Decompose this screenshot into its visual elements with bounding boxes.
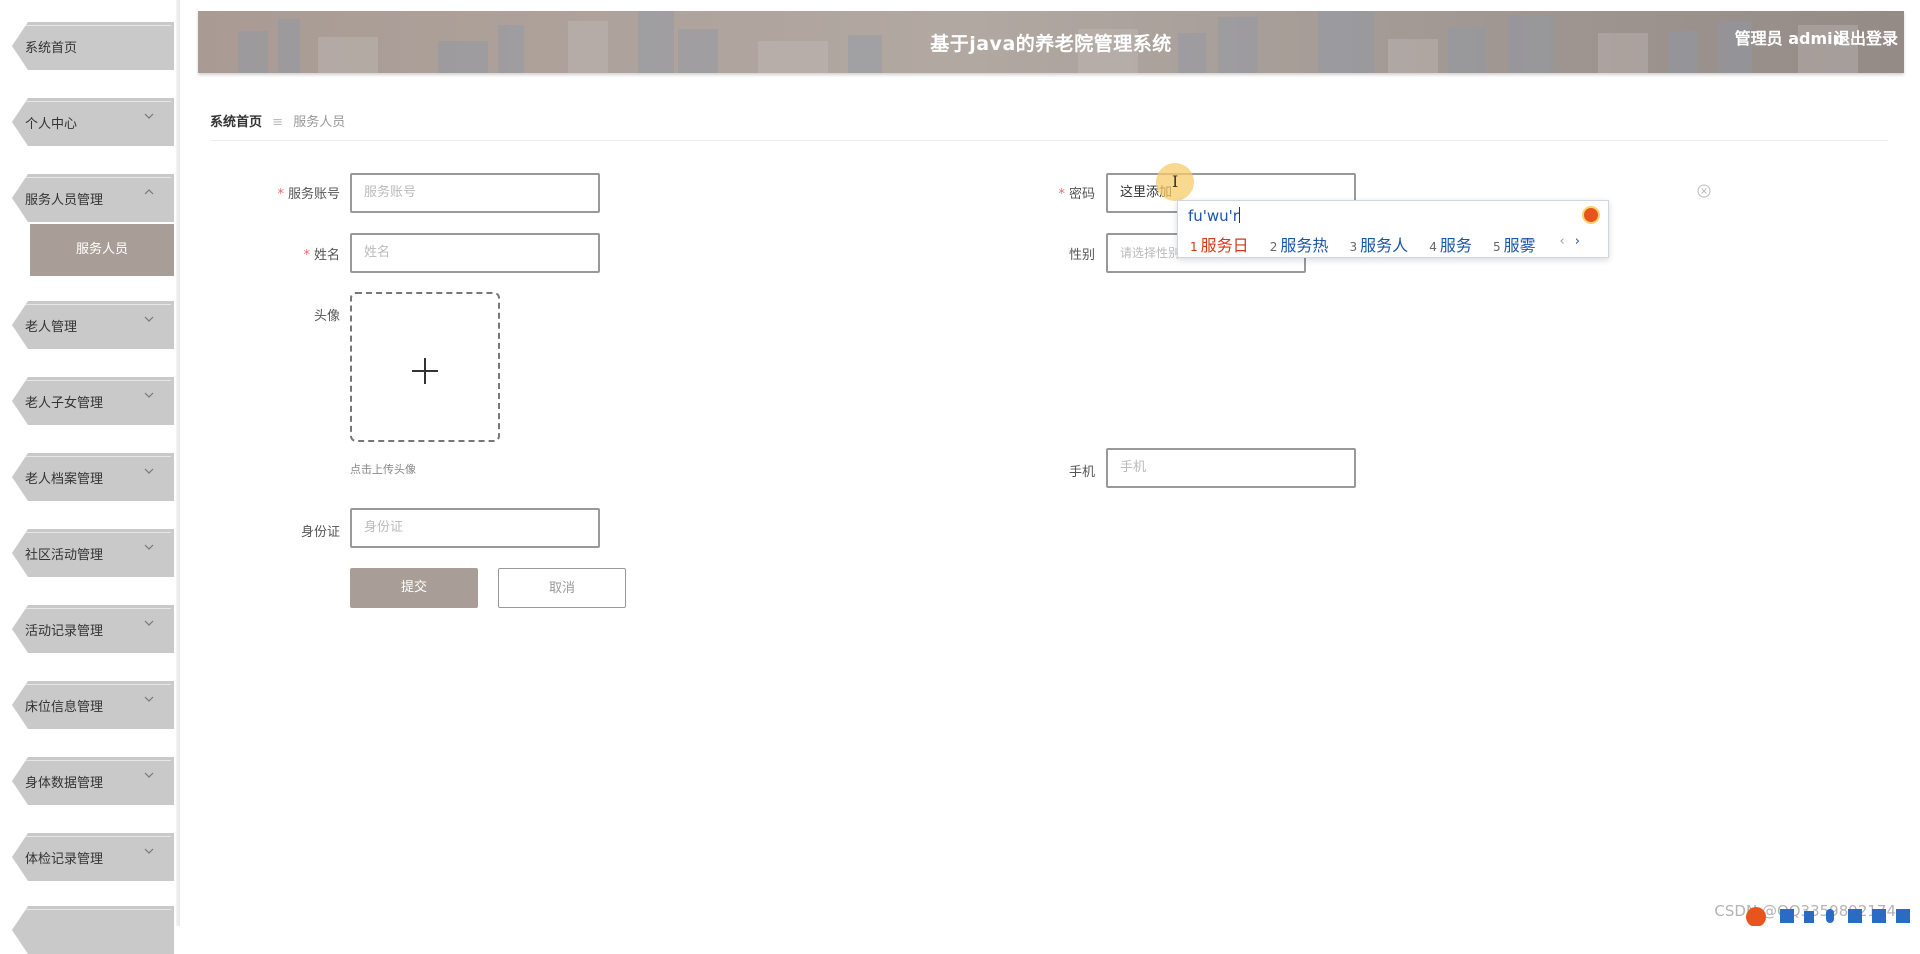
sidebar-item-activity-records[interactable]: 活动记录管理 (12, 605, 174, 653)
avatar-uploader[interactable] (350, 292, 500, 442)
ime-caret (1239, 207, 1240, 223)
sidebar-item-personal-center[interactable]: 个人中心 (12, 98, 174, 146)
sidebar-item-label: 社区活动管理 (25, 544, 103, 563)
ime-page-nav: ‹ › (1559, 234, 1580, 249)
phone-input[interactable]: 手机 (1106, 448, 1356, 488)
sidebar-item-checkup-records[interactable]: 体检记录管理 (12, 833, 174, 881)
ime-prev-icon[interactable]: ‹ (1559, 234, 1564, 249)
sidebar-item-label: 老人档案管理 (25, 468, 103, 487)
gender-label: 性别 (985, 244, 1095, 263)
required-mark: * (303, 248, 310, 263)
breadcrumb-current: 服务人员 (293, 115, 345, 130)
ime-candidates: 1服务日 2服务热 3服务人 4服务 5服雾 (1190, 232, 1552, 256)
ime-candidate-number: 4 (1429, 240, 1437, 254)
cancel-button[interactable]: 取消 (498, 568, 626, 608)
sidebar-item-archive-management[interactable]: 老人档案管理 (12, 453, 174, 501)
plus-icon-vertical (424, 358, 426, 384)
sidebar-item-label: 服务人员管理 (25, 189, 103, 208)
submit-button[interactable]: 提交 (350, 568, 478, 608)
chevron-down-icon (144, 468, 154, 474)
ime-candidate-text: 服务人 (1360, 236, 1408, 255)
ime-candidate-number: 1 (1190, 240, 1198, 254)
name-label-text: 姓名 (314, 248, 340, 263)
app-title: 基于java的养老院管理系统 (198, 29, 1904, 56)
breadcrumb: 系统首页 ≡ 服务人员 (210, 111, 345, 130)
sidebar-item-label: 身体数据管理 (25, 772, 103, 791)
ime-candidate[interactable]: 5服雾 (1493, 236, 1536, 255)
required-mark: * (277, 187, 284, 202)
ime-candidate[interactable]: 3服务人 (1350, 236, 1409, 255)
ime-logo-icon[interactable] (1582, 206, 1600, 224)
avatar-label: 头像 (230, 305, 340, 324)
top-header: 基于java的养老院管理系统 管理员 admin 退出登录 (198, 11, 1904, 73)
name-label: * 姓名 (230, 244, 340, 263)
sidebar-item-label: 老人子女管理 (25, 392, 103, 411)
ime-candidate-number: 5 (1493, 240, 1501, 254)
chevron-down-icon (144, 696, 154, 702)
sidebar-item-label: 个人中心 (25, 113, 77, 132)
name-input[interactable]: 姓名 (350, 233, 600, 273)
ime-candidate-text: 服务 (1440, 236, 1472, 255)
current-user: 管理员 admin (1735, 25, 1844, 49)
avatar-upload-tip: 点击上传头像 (350, 461, 416, 477)
ime-toolbar-icon[interactable] (1742, 903, 1920, 926)
ime-candidate[interactable]: 1服务日 (1190, 236, 1249, 255)
account-label-text: 服务账号 (288, 187, 340, 202)
chevron-down-icon (144, 620, 154, 626)
chevron-down-icon (144, 316, 154, 322)
sidebar-item-home[interactable]: 系统首页 (12, 22, 174, 70)
account-label: * 服务账号 (230, 183, 340, 202)
chevron-down-icon (144, 848, 154, 854)
sidebar-item-elderly-management[interactable]: 老人管理 (12, 301, 174, 349)
chevron-down-icon (144, 113, 154, 119)
ime-candidate-text: 服雾 (1504, 236, 1536, 255)
sidebar: 系统首页 个人中心 服务人员管理 服务人员 老人管理 老人子女管理 老人档案管理… (0, 0, 180, 926)
sidebar-item-label: 床位信息管理 (25, 696, 103, 715)
id-card-input[interactable]: 身份证 (350, 508, 600, 548)
ime-candidate-number: 2 (1270, 240, 1278, 254)
logout-link[interactable]: 退出登录 (1834, 25, 1898, 49)
sidebar-item-community-activity[interactable]: 社区活动管理 (12, 529, 174, 577)
ime-candidate-popup: fu'wu'r 1服务日 2服务热 3服务人 4服务 5服雾 ‹ › (1177, 200, 1609, 258)
ime-candidate-text: 服务日 (1201, 236, 1249, 255)
account-input[interactable]: 服务账号 (350, 173, 600, 213)
password-label-text: 密码 (1069, 187, 1095, 202)
chevron-down-icon (144, 772, 154, 778)
ime-candidate-text: 服务热 (1280, 236, 1328, 255)
ime-next-icon[interactable]: › (1575, 234, 1580, 249)
ime-candidate-number: 3 (1350, 240, 1358, 254)
chevron-down-icon (144, 544, 154, 550)
sidebar-item-staff-management[interactable]: 服务人员管理 (12, 174, 174, 222)
ime-pinyin: fu'wu'r (1188, 207, 1240, 225)
phone-label: 手机 (985, 461, 1095, 480)
sidebar-item-label: 老人管理 (25, 316, 77, 335)
sidebar-item-label: 体检记录管理 (25, 848, 103, 867)
sidebar-item-label: 系统首页 (25, 37, 77, 56)
sidebar-item-bed-info[interactable]: 床位信息管理 (12, 681, 174, 729)
ime-candidate[interactable]: 2服务热 (1270, 236, 1329, 255)
clear-icon[interactable] (1697, 183, 1711, 202)
sidebar-item-label: 活动记录管理 (25, 620, 103, 639)
text-cursor-icon: I (1172, 172, 1178, 191)
password-label: * 密码 (985, 183, 1095, 202)
sidebar-item-body-data[interactable]: 身体数据管理 (12, 757, 174, 805)
sidebar-item-partial[interactable] (12, 906, 174, 954)
sidebar-item-children-management[interactable]: 老人子女管理 (12, 377, 174, 425)
breadcrumb-separator-icon: ≡ (272, 115, 283, 130)
breadcrumb-home[interactable]: 系统首页 (210, 115, 262, 130)
ime-candidate[interactable]: 4服务 (1429, 236, 1472, 255)
sidebar-subitem-staff[interactable]: 服务人员 (30, 224, 174, 276)
chevron-up-icon (144, 189, 154, 195)
required-mark: * (1058, 187, 1065, 202)
divider (210, 140, 1888, 141)
id-card-label: 身份证 (230, 521, 340, 540)
chevron-down-icon (144, 392, 154, 398)
ime-pinyin-text: fu'wu'r (1188, 207, 1239, 225)
